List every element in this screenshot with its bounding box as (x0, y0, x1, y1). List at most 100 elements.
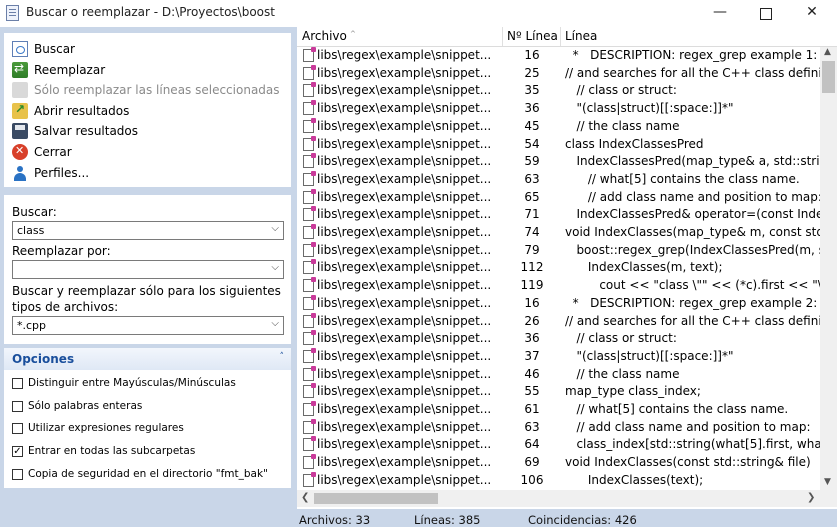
row-line-text: boost::regex_grep(IndexClassesPred(m, st (565, 242, 820, 257)
vertical-scroll-thumb[interactable] (822, 61, 835, 93)
table-row[interactable]: libs\regex\example\snippet... 79 boost::r… (297, 241, 820, 260)
replace-action[interactable]: Reemplazar (12, 61, 105, 79)
cpp-file-icon (303, 436, 316, 452)
table-row[interactable]: libs\regex\example\snippet... 55 map_type … (297, 383, 820, 401)
column-line[interactable]: Línea (565, 29, 597, 43)
filetypes-value: *.cpp (17, 319, 47, 332)
table-row[interactable]: libs\regex\example\snippet... 69 void Inde… (297, 454, 820, 472)
column-line-number[interactable]: Nº Línea (507, 29, 558, 43)
option-regex[interactable]: Utilizar expresiones regulares (12, 420, 184, 436)
column-separator[interactable] (502, 27, 503, 46)
replace-action-label: Reemplazar (34, 63, 106, 77)
minimize-button[interactable]: — (697, 0, 743, 27)
row-line-number: 36 (524, 101, 540, 116)
table-row[interactable]: libs\regex\example\snippet... 59 IndexCla… (297, 153, 820, 171)
backup-checkbox[interactable] (12, 468, 23, 480)
cpp-file-icon (303, 277, 316, 293)
save-results-action[interactable]: Salvar resultados (12, 122, 138, 140)
open-results-action-label: Abrir resultados (34, 104, 130, 118)
row-line-number: 61 (524, 402, 540, 416)
column-separator[interactable] (560, 27, 561, 46)
table-row[interactable]: libs\regex\example\snippet... 45 // the c… (297, 117, 820, 136)
open-results-action[interactable]: Abrir resultados (12, 102, 129, 120)
scroll-right-icon[interactable]: ❯ (807, 492, 815, 503)
chevron-down-icon[interactable]: ⌵ (271, 318, 279, 329)
table-row[interactable]: libs\regex\example\snippet... 54 class Ind… (297, 135, 820, 154)
table-row[interactable]: libs\regex\example\snippet... 35 // class… (297, 82, 820, 100)
whole-words-checkbox[interactable] (12, 400, 23, 412)
search-action[interactable]: Buscar (12, 40, 75, 58)
subfolders-checkbox[interactable]: ✓ (12, 445, 23, 457)
column-file[interactable]: Archivo (302, 29, 347, 43)
collapse-icon[interactable]: ˄ (280, 352, 285, 362)
replace-selected-action[interactable]: Sólo reemplazar las líneas seleccionadas (12, 81, 280, 99)
row-line-number: 65 (524, 189, 540, 204)
row-line-text: IndexClasses(text); (565, 472, 704, 487)
row-line-text: // class or struct: (565, 331, 677, 346)
scroll-down-icon[interactable]: ▼ (824, 477, 831, 487)
scroll-up-icon[interactable]: ▲ (824, 47, 831, 57)
option-case-sensitive[interactable]: Distinguir entre Mayúsculas/Minúsculas (12, 375, 236, 391)
chevron-down-icon[interactable]: ⌵ (271, 262, 279, 273)
status-lines: Líneas: 385 (414, 513, 481, 527)
table-row[interactable]: libs\regex\example\snippet... 16 * DESCRI… (297, 294, 820, 313)
chevron-down-icon[interactable]: ⌵ (271, 223, 279, 234)
replace-icon (12, 61, 28, 78)
table-row[interactable]: libs\regex\example\snippet... 112 IndexCl… (297, 259, 820, 277)
profiles-action[interactable]: Perfiles... (12, 164, 89, 182)
row-line-number: 63 (524, 419, 540, 434)
table-row[interactable]: libs\regex\example\snippet... 74 void Inde… (297, 224, 820, 242)
row-file: libs\regex\example\snippet... (317, 402, 492, 416)
options-header[interactable]: Opciones ˄ (4, 348, 291, 370)
scroll-left-icon[interactable]: ❮ (301, 492, 309, 503)
row-line-text: map_type class_index; (565, 384, 701, 399)
replace-combobox[interactable]: ⌵ (12, 260, 284, 279)
table-row[interactable]: libs\regex\example\snippet... 36 // class… (297, 330, 820, 348)
row-file: libs\regex\example\snippet... (317, 171, 492, 186)
replace-label: Reemplazar por: (12, 244, 111, 258)
row-file: libs\regex\example\snippet... (317, 260, 492, 275)
close-icon (12, 144, 28, 160)
option-backup[interactable]: Copia de seguridad en el directorio "fmt… (12, 466, 268, 482)
table-row[interactable]: libs\regex\example\snippet... 119 cout <<… (297, 277, 820, 295)
table-row[interactable]: libs\regex\example\snippet... 46 // the c… (297, 365, 820, 384)
row-line-number: 63 (524, 171, 540, 186)
case-sensitive-checkbox[interactable] (12, 377, 23, 389)
table-row[interactable]: libs\regex\example\snippet... 63 // what[… (297, 170, 820, 189)
row-line-text: class_index[std::string(what[5].first, w… (565, 437, 820, 452)
option-subfolders[interactable]: ✓ Entrar en todas las subcarpetas (12, 443, 195, 459)
row-file: libs\regex\example\snippet... (317, 242, 492, 257)
close-window-button[interactable]: ✕ (789, 0, 835, 27)
row-file: libs\regex\example\snippet... (317, 348, 492, 363)
filetypes-label: Buscar y reemplazar sólo para los siguie… (12, 284, 281, 314)
table-row[interactable]: libs\regex\example\snippet... 25 // and se… (297, 64, 820, 83)
cpp-file-icon (303, 224, 316, 239)
close-action[interactable]: Cerrar (12, 143, 72, 161)
row-line-text: "(class|struct)[[:space:]]*" (565, 348, 734, 363)
table-row[interactable]: libs\regex\example\snippet... 63 // add c… (297, 418, 820, 437)
table-row[interactable]: libs\regex\example\snippet... 61 // what[… (297, 401, 820, 419)
maximize-button[interactable] (743, 0, 789, 27)
table-row[interactable]: libs\regex\example\snippet... 37 "(class|… (297, 347, 820, 366)
options-title: Opciones (12, 352, 75, 366)
option-whole-words[interactable]: Sólo palabras enteras (12, 398, 142, 414)
cpp-file-icon (303, 206, 316, 222)
options-panel: Opciones ˄ Distinguir entre Mayúsculas/M… (4, 348, 291, 488)
row-line-number: 26 (524, 313, 540, 328)
table-row[interactable]: libs\regex\example\snippet... 64 class_in… (297, 436, 820, 454)
table-row[interactable]: libs\regex\example\snippet... 71 IndexCla… (297, 206, 820, 224)
table-row[interactable]: libs\regex\example\snippet... 16 * DESCRI… (297, 47, 820, 65)
table-row[interactable]: libs\regex\example\snippet... 26 // and se… (297, 312, 820, 331)
horizontal-scrollbar[interactable]: ❮ ❯ (297, 490, 820, 507)
table-row[interactable]: libs\regex\example\snippet... 36 "(class|… (297, 100, 820, 118)
table-row[interactable]: libs\regex\example\snippet... 65 // add c… (297, 188, 820, 207)
replace-selected-action-label: Sólo reemplazar las líneas seleccionadas (34, 83, 280, 97)
vertical-scrollbar[interactable]: ▲ ▼ (820, 47, 837, 491)
table-row[interactable]: libs\regex\example\snippet... 106 IndexCl… (297, 471, 820, 489)
find-combobox[interactable]: class ⌵ (12, 221, 284, 240)
results-list: Archivo ^ Nº Línea Línea libs\regex\exam… (297, 27, 837, 509)
horizontal-scroll-thumb[interactable] (314, 493, 438, 504)
cpp-file-icon (303, 471, 316, 487)
regex-checkbox[interactable] (12, 422, 23, 434)
filetypes-combobox[interactable]: *.cpp ⌵ (12, 316, 284, 335)
